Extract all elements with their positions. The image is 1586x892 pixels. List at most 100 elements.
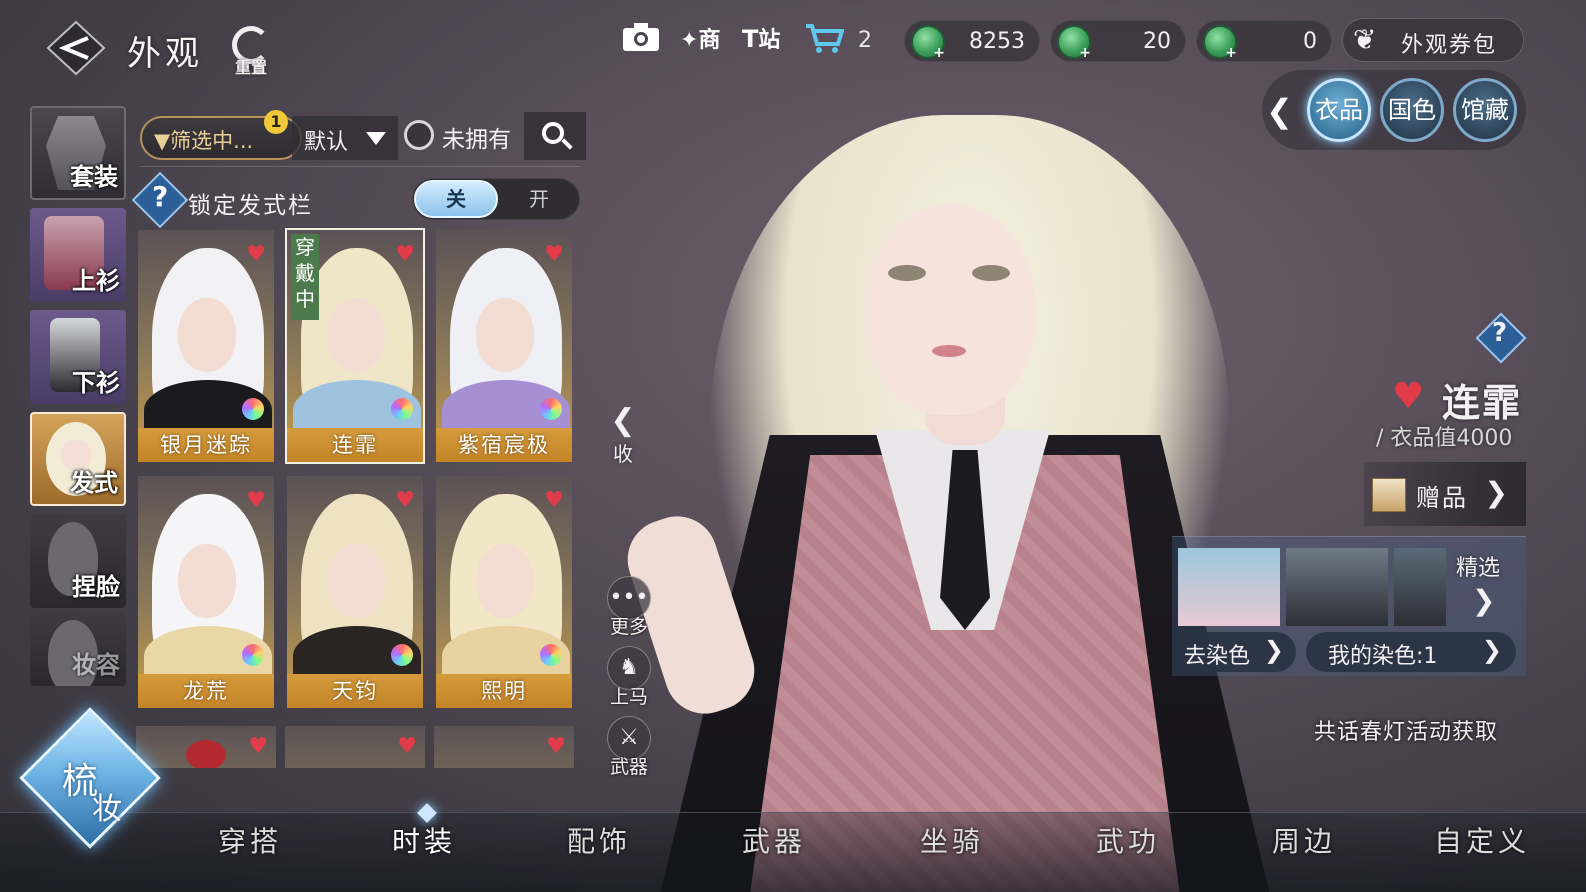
my-dye-button[interactable]: 我的染色:1 ❯ (1306, 632, 1516, 672)
card-face (178, 544, 236, 618)
currency-token[interactable]: 20 (1050, 20, 1186, 62)
dye-preview-thumb[interactable] (1394, 548, 1446, 626)
lock-hairstyle-label: 锁定发式栏 (188, 193, 313, 219)
tab-peripherals[interactable]: 周边 (1272, 820, 1336, 860)
hairstyle-card-partial[interactable]: ♥ (136, 726, 276, 768)
favorite-heart-icon[interactable]: ♥ (544, 488, 564, 513)
toggle-on-option[interactable]: 开 (500, 180, 578, 218)
rail-item-outfit[interactable]: 套装 (30, 106, 126, 200)
coupon-icon: ❦ (1353, 23, 1377, 56)
tab-mounts[interactable]: 坐骑 (920, 820, 984, 860)
chevron-right-icon: ❯ (1481, 636, 1502, 664)
my-dye-label: 我的染色:1 (1328, 644, 1438, 669)
weapon-label: 武器 (609, 756, 648, 778)
station-button[interactable]: T站 (742, 22, 780, 62)
reset-button[interactable]: 重置 (224, 26, 278, 80)
go-dye-button[interactable]: 去染色 ❯ (1172, 632, 1296, 672)
favorite-heart-icon[interactable]: ♥ (397, 734, 417, 759)
hairstyle-card[interactable]: ♥ 紫宿宸极 (434, 228, 574, 464)
tab-custom[interactable]: 自定义 (1434, 820, 1530, 860)
card-face (327, 298, 385, 372)
page-title: 外观 (127, 34, 203, 74)
toggle-off-option[interactable]: 关 (414, 180, 498, 218)
tab-label: 国色 (1388, 96, 1436, 124)
gift-button[interactable]: 赠品 ❯ (1364, 462, 1526, 526)
go-dye-label: 去染色 (1184, 644, 1251, 669)
dye-preview-thumb[interactable] (1286, 548, 1388, 626)
wearing-char: 穿 (295, 235, 315, 259)
rail-item-makeup[interactable]: 妆容 (30, 612, 126, 686)
rail-item-hairstyle[interactable]: 发式 (30, 412, 126, 506)
favorite-heart-icon[interactable]: ♥ (395, 488, 415, 513)
tab-label: 馆藏 (1461, 96, 1509, 124)
mount-label: 上马 (609, 686, 648, 708)
divider (140, 166, 580, 167)
rail-item-top[interactable]: 上衫 (30, 208, 126, 302)
tab-martial-arts[interactable]: 武功 (1096, 820, 1160, 860)
token-coin-icon (1057, 25, 1091, 61)
tab-weapons[interactable]: 武器 (742, 820, 806, 860)
dye-palette-icon (242, 398, 264, 420)
search-button[interactable] (524, 112, 586, 160)
favorite-heart-icon[interactable]: ♥ (1392, 376, 1424, 417)
collapse-label: 收 (613, 442, 633, 466)
tab-clothing-rank[interactable]: 衣品 (1307, 78, 1371, 142)
collapse-panel-button[interactable]: ❮ 收 (606, 404, 640, 474)
tab-fashion[interactable]: 时装 (392, 820, 456, 860)
shop-button[interactable]: ✦商 (680, 22, 720, 62)
more-button[interactable]: ••• 更多 (602, 576, 656, 638)
tab-national-color[interactable]: 国色 (1380, 78, 1444, 142)
card-face (476, 544, 534, 618)
character-lips (932, 345, 966, 357)
rail-item-face[interactable]: 捏脸 (30, 514, 126, 608)
favorite-heart-icon[interactable]: ♥ (544, 242, 564, 267)
tab-accessories[interactable]: 配饰 (567, 820, 631, 860)
favorite-heart-icon[interactable]: ♥ (546, 734, 566, 759)
weapon-button[interactable]: ⚔ 武器 (602, 716, 656, 778)
currency-gem[interactable]: 0 (1196, 20, 1332, 62)
favorite-heart-icon[interactable]: ♥ (246, 242, 266, 267)
tab-label: 衣品 (1315, 96, 1363, 124)
back-button[interactable] (46, 20, 106, 76)
reset-label: 重置 (234, 58, 267, 77)
rail-item-label: 上衫 (72, 267, 120, 295)
sort-select[interactable]: 默认 (292, 116, 398, 160)
mount-button[interactable]: ♞ 上马 (602, 646, 656, 708)
currency-value: 8253 (969, 29, 1025, 54)
hair-ornament-icon (186, 740, 226, 768)
appearance-coupon-button[interactable]: ❦ 外观券包 (1342, 18, 1524, 62)
rail-item-bottom[interactable]: 下衫 (30, 310, 126, 404)
dye-palette-icon (391, 644, 413, 666)
dye-palette-icon (540, 644, 562, 666)
cart-button[interactable] (804, 22, 845, 62)
hairstyle-card-partial[interactable]: ♥ (285, 726, 425, 768)
chevron-right-icon: ❯ (1484, 476, 1508, 509)
hairstyle-card[interactable]: ♥ 天钧 (285, 474, 425, 710)
tab-collapse-chevron-icon[interactable]: ❮ (1266, 92, 1293, 130)
unowned-radio[interactable] (404, 120, 434, 150)
favorite-heart-icon[interactable]: ♥ (395, 242, 415, 267)
cart-count: 2 (858, 28, 872, 53)
camera-button[interactable] (622, 22, 660, 62)
hairstyle-card[interactable]: ♥ 银月迷踪 (136, 228, 276, 464)
featured-chevron-right-icon[interactable]: ❯ (1472, 584, 1495, 617)
filter-count-badge: 1 (264, 110, 288, 134)
tab-collection[interactable]: 馆藏 (1453, 78, 1517, 142)
favorite-heart-icon[interactable]: ♥ (248, 734, 268, 759)
rail-item-label: 套装 (70, 163, 118, 191)
dye-preview-thumb[interactable] (1178, 548, 1280, 626)
hairstyle-card[interactable]: ♥ 连霏 穿戴中穿戴中 (285, 228, 425, 464)
hairstyle-card-partial[interactable]: ♥ (434, 726, 574, 768)
back-arrow-icon (46, 20, 106, 76)
character-model[interactable] (617, 95, 1290, 892)
hairstyle-card[interactable]: ♥ 熙明 (434, 474, 574, 710)
gem-coin-icon (1203, 25, 1237, 61)
favorite-heart-icon[interactable]: ♥ (246, 488, 266, 513)
chevron-left-icon: ❮ (610, 403, 636, 438)
currency-jade[interactable]: 8253 (904, 20, 1040, 62)
hairstyle-card[interactable]: ♥ 龙荒 (136, 474, 276, 710)
filter-label: ▼筛选中... (154, 125, 253, 155)
rail-item-label: 妆容 (72, 651, 120, 679)
tab-outfit-match[interactable]: 穿搭 (218, 820, 282, 860)
item-name: 连霏 (1442, 381, 1523, 425)
